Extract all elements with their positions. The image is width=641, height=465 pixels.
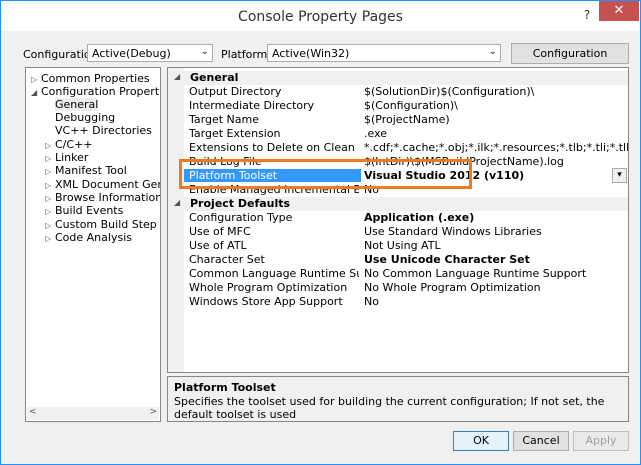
platform-select[interactable]: Active(Win32) ⌄ bbox=[267, 44, 501, 62]
configuration-value: Active(Debug) bbox=[92, 47, 171, 60]
property-row[interactable]: Whole Program Optimization No Whole Progr… bbox=[184, 281, 628, 295]
apply-button[interactable]: Apply bbox=[573, 431, 629, 451]
description-panel: Platform Toolset Specifies the toolset u… bbox=[167, 376, 629, 422]
collapse-arrow-icon[interactable]: ◢ bbox=[174, 72, 180, 81]
tree-item-vc-directories[interactable]: VC++ Directories bbox=[45, 124, 152, 137]
description-title: Platform Toolset bbox=[174, 381, 276, 394]
configuration-select[interactable]: Active(Debug) ⌄ bbox=[87, 44, 213, 62]
expand-arrow-icon[interactable]: ▷ bbox=[45, 221, 55, 230]
property-row[interactable]: Target Extension .exe bbox=[184, 127, 628, 141]
chevron-down-icon: ⌄ bbox=[488, 46, 497, 57]
tree-item-browse-information[interactable]: ▷ Browse Information bbox=[45, 191, 160, 204]
tree-item-general[interactable]: General bbox=[45, 98, 99, 111]
property-row[interactable]: Target Name $(ProjectName) bbox=[184, 113, 628, 127]
annotation-highlight-box bbox=[179, 159, 472, 189]
expand-arrow-icon[interactable]: ▷ bbox=[45, 207, 55, 216]
dropdown-arrow-icon[interactable]: ▾ bbox=[612, 168, 627, 183]
property-row[interactable]: Character Set Use Unicode Character Set bbox=[184, 253, 628, 267]
cancel-button[interactable]: Cancel bbox=[513, 431, 569, 451]
category-project-defaults[interactable]: ◢ Project Defaults bbox=[168, 197, 628, 211]
expand-arrow-icon[interactable]: ▷ bbox=[31, 75, 41, 84]
property-row[interactable]: Use of MFC Use Standard Windows Libraries bbox=[184, 225, 628, 239]
chevron-down-icon: ⌄ bbox=[200, 46, 209, 57]
tree-item-c-cpp[interactable]: ▷ C/C++ bbox=[45, 138, 93, 151]
property-row[interactable]: Output Directory $(SolutionDir)$(Configur… bbox=[184, 85, 628, 99]
property-row[interactable]: Configuration Type Application (.exe) bbox=[184, 211, 628, 225]
property-grid[interactable]: ◢ General Output Directory $(SolutionDir)$… bbox=[167, 67, 629, 373]
category-general[interactable]: ◢ General bbox=[168, 71, 628, 85]
expand-arrow-icon[interactable]: ▷ bbox=[45, 154, 55, 163]
property-row[interactable]: Windows Store App Support No bbox=[184, 295, 628, 309]
property-row[interactable]: Common Language Runtime SupportNo Common… bbox=[184, 267, 628, 281]
expand-arrow-icon[interactable]: ▷ bbox=[45, 141, 55, 150]
collapse-arrow-icon[interactable]: ◢ bbox=[174, 198, 180, 207]
tree-item-xml-document-generator[interactable]: ▷XML Document Generator bbox=[45, 178, 160, 191]
tree-item-debugging[interactable]: Debugging bbox=[45, 111, 115, 124]
help-icon[interactable]: ? bbox=[579, 7, 595, 23]
property-row[interactable]: Intermediate Directory $(Configuration)\ bbox=[184, 99, 628, 113]
platform-value: Active(Win32) bbox=[272, 47, 350, 60]
property-pages-dialog: Console Property Pages ? ✕ Configuration… bbox=[0, 0, 641, 465]
title-bar: Console Property Pages ? ✕ bbox=[1, 1, 640, 31]
tree-item-build-events[interactable]: ▷ Build Events bbox=[45, 204, 123, 217]
tree-item-code-analysis[interactable]: ▷ Code Analysis bbox=[45, 231, 132, 244]
expand-arrow-icon[interactable]: ▷ bbox=[45, 194, 55, 203]
property-tree[interactable]: ▷ Common Properties ◢ Configuration Proper… bbox=[25, 67, 161, 422]
tree-item-custom-build-step[interactable]: ▷ Custom Build Step bbox=[45, 218, 157, 231]
property-row[interactable]: Extensions to Delete on Clean *.cdf;*.cac… bbox=[184, 141, 628, 155]
scroll-left-icon[interactable]: < bbox=[29, 407, 37, 417]
description-text: Specifies the toolset used for building … bbox=[174, 395, 605, 421]
collapse-arrow-icon[interactable]: ◢ bbox=[31, 88, 41, 97]
expand-arrow-icon[interactable]: ▷ bbox=[45, 181, 55, 190]
tree-item-manifest-tool[interactable]: ▷ Manifest Tool bbox=[45, 164, 127, 177]
property-row[interactable]: Use of ATL Not Using ATL bbox=[184, 239, 628, 253]
grid-margin bbox=[168, 68, 184, 372]
ok-button[interactable]: OK bbox=[453, 431, 509, 451]
tree-item-linker[interactable]: ▷ Linker bbox=[45, 151, 88, 164]
expand-arrow-icon[interactable]: ▷ bbox=[45, 234, 55, 243]
scroll-right-icon[interactable]: > bbox=[149, 407, 157, 417]
configuration-manager-button[interactable]: Configuration Manager... bbox=[511, 43, 629, 79]
close-icon[interactable]: ✕ bbox=[599, 1, 639, 21]
window-title: Console Property Pages bbox=[238, 9, 403, 25]
expand-arrow-icon[interactable]: ▷ bbox=[45, 167, 55, 176]
tree-item-configuration-properties[interactable]: ◢Configuration Properties bbox=[31, 85, 160, 98]
tree-item-common-properties[interactable]: ▷ Common Properties bbox=[31, 72, 150, 85]
horizontal-scrollbar[interactable]: < > bbox=[27, 407, 159, 420]
platform-label: Platform: bbox=[221, 48, 272, 61]
